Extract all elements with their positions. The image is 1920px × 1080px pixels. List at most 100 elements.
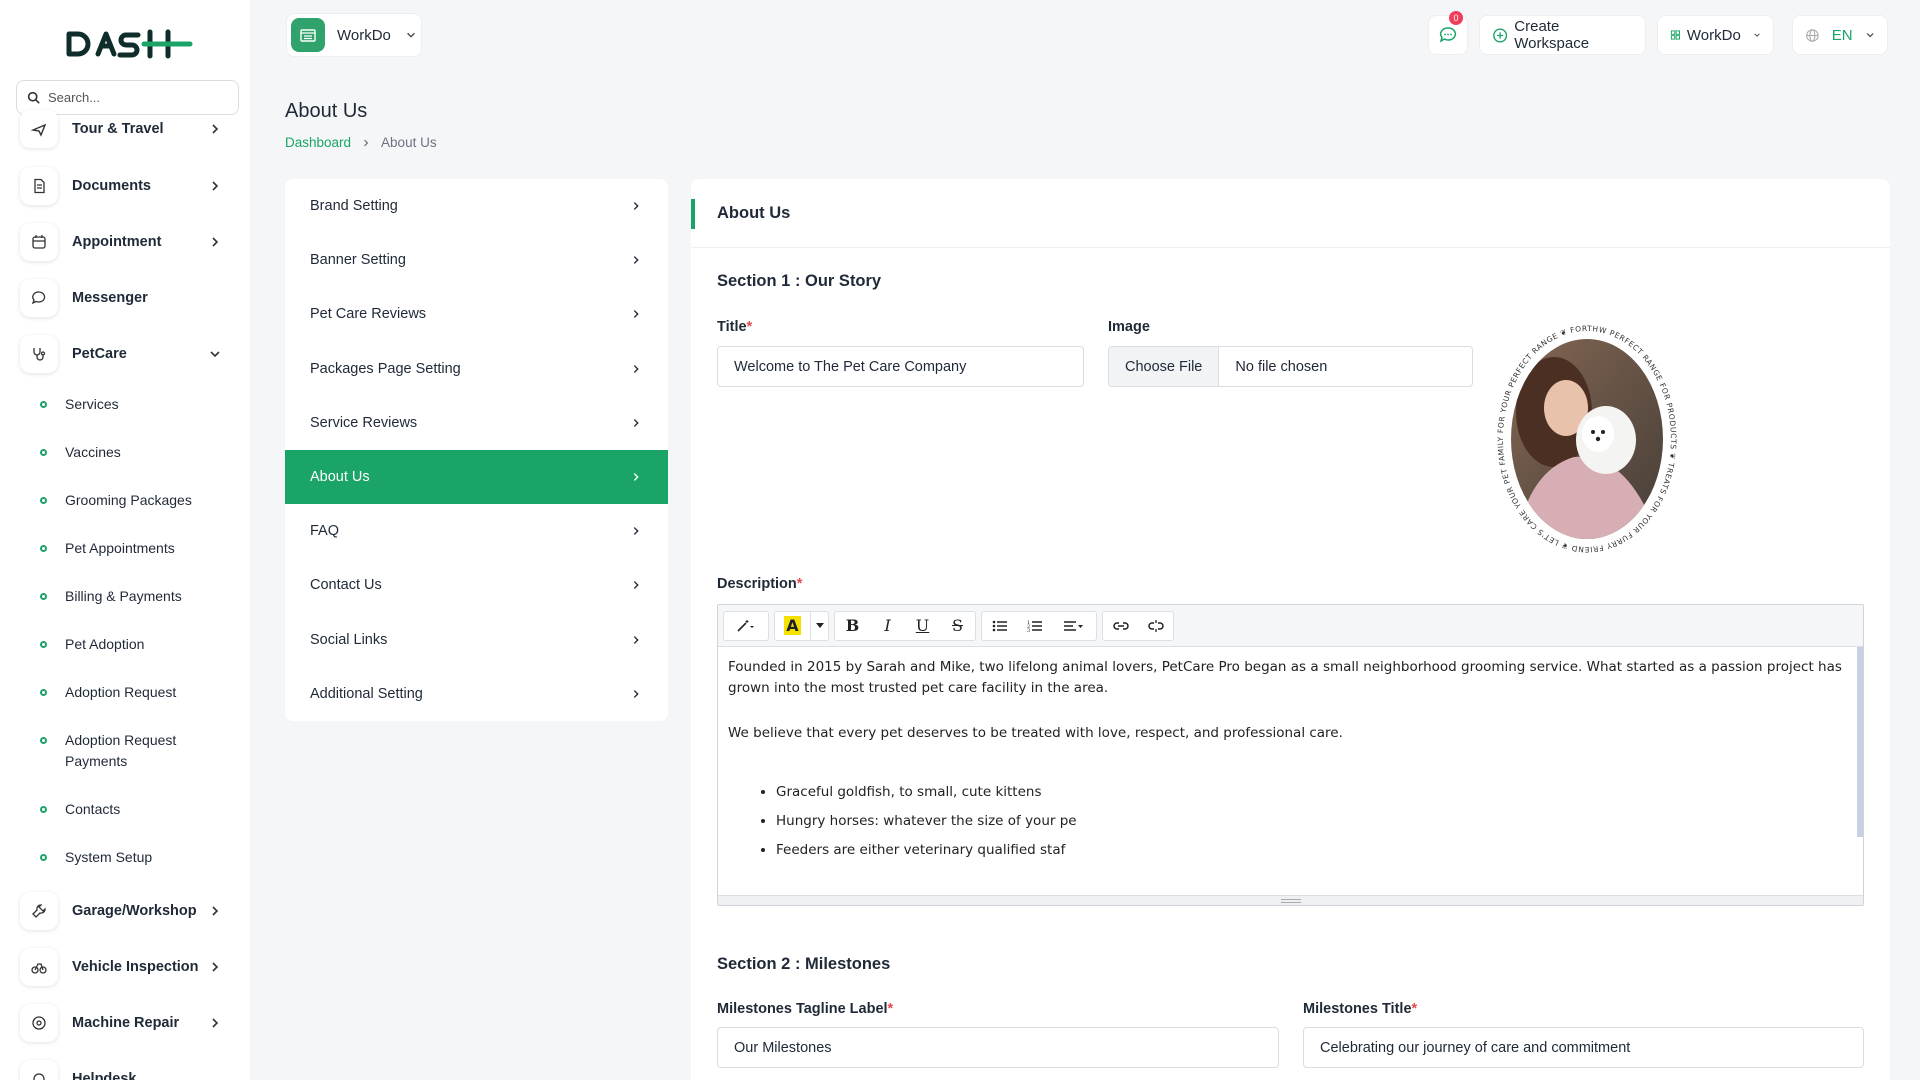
chevron-right-icon [212, 1018, 219, 1028]
about-us-form-card: About Us Section 1 : Our Story Title* Im… [691, 179, 1890, 1080]
stethoscope-icon [20, 335, 58, 373]
breadcrumb-dashboard-link[interactable]: Dashboard [285, 135, 351, 150]
settings-item-packages-page-setting[interactable]: Packages Page Setting [285, 342, 668, 396]
workspace-menu-button[interactable]: WorkDo [1657, 15, 1774, 55]
chevron-right-icon [633, 527, 639, 536]
strikethrough-icon[interactable]: S [940, 612, 975, 640]
toolbar-list-group: 123 [981, 610, 1097, 641]
workspace-switcher[interactable]: WorkDo [286, 13, 422, 57]
globe-icon [1806, 28, 1819, 42]
sidebar-item-helpdesk[interactable]: Helpdesk [20, 1057, 230, 1080]
workspace-name: WorkDo [337, 26, 391, 44]
editor-content[interactable]: Founded in 2015 by Sarah and Mike, two l… [718, 647, 1863, 897]
bullet-icon [40, 593, 47, 600]
section1-title: Section 1 : Our Story [717, 272, 882, 290]
settings-item-about-us[interactable]: About Us [285, 449, 668, 505]
notification-badge: 0 [1449, 11, 1463, 25]
magic-wand-icon[interactable] [724, 612, 768, 640]
sidebar-subitem-pet-adoption[interactable]: Pet Adoption [40, 634, 240, 655]
sidebar-subitem-adoption-request-payments[interactable]: Adoption Request Payments [40, 730, 190, 772]
image-file-input[interactable]: Choose File No file chosen [1108, 346, 1473, 387]
sidebar-item-vehicle-inspection[interactable]: Vehicle Inspection [20, 945, 230, 989]
sidebar-item-garage-workshop[interactable]: Garage/Workshop [20, 889, 230, 933]
editor-toolbar: A B I U S 123 [718, 605, 1863, 647]
list-item: Graceful goldfish, to small, cute kitten… [776, 782, 1853, 803]
chevron-right-icon [364, 139, 369, 146]
sidebar-item-appointment[interactable]: Appointment [20, 220, 230, 264]
sidebar-subitem-adoption-request[interactable]: Adoption Request [40, 682, 240, 703]
sidebar-subitem-vaccines[interactable]: Vaccines [40, 442, 240, 463]
sidebar-subitem-grooming-packages[interactable]: Grooming Packages [40, 490, 240, 511]
link-icon[interactable] [1103, 612, 1138, 640]
caret-down-icon[interactable] [810, 611, 828, 640]
sidebar-item-messenger[interactable]: Messenger [20, 276, 230, 320]
chevron-right-icon [212, 962, 219, 972]
language-selector[interactable]: EN [1792, 15, 1888, 55]
description-editor[interactable]: A B I U S 123 Founded in 2015 by Sarah a… [717, 604, 1864, 906]
chevron-right-icon [633, 310, 639, 319]
section2-title: Section 2 : Milestones [717, 955, 891, 973]
machine-icon [20, 1004, 58, 1042]
chevron-right-icon [633, 256, 639, 265]
bullet-icon [40, 449, 47, 456]
sidebar-subitem-billing-payments[interactable]: Billing & Payments [40, 586, 240, 607]
list-item: Hungry horses: whatever the size of your… [776, 811, 1853, 832]
title-label: Title* [717, 319, 753, 335]
toolbar-style-group [723, 610, 769, 641]
required-marker: * [746, 319, 753, 335]
list-item: Feeders are either veterinary qualified … [776, 840, 1853, 861]
settings-item-pet-care-reviews[interactable]: Pet Care Reviews [285, 287, 668, 341]
settings-item-service-reviews[interactable]: Service Reviews [285, 396, 668, 450]
align-icon[interactable] [1052, 612, 1096, 640]
grid-icon [1670, 30, 1681, 40]
sidebar-item-documents[interactable]: Documents [20, 164, 230, 208]
svg-text:3: 3 [1027, 628, 1030, 633]
milestones-title-label: Milestones Title* [1303, 1001, 1418, 1017]
about-image-preview: THW PERFECT RANGE FOR PRODUCTS ❦ TREATS … [1494, 322, 1677, 554]
description-paragraph-1: Founded in 2015 by Sarah and Mike, two l… [728, 659, 1842, 696]
bullet-icon [40, 545, 47, 552]
settings-item-brand-setting[interactable]: Brand Setting [285, 179, 668, 233]
settings-menu: Brand Setting Banner Setting Pet Care Re… [285, 179, 668, 721]
sidebar-subitem-system-setup[interactable]: System Setup [40, 847, 240, 868]
sidebar-item-petcare[interactable]: PetCare [20, 332, 230, 376]
toolbar-color-group: A [774, 610, 829, 641]
search-input[interactable] [48, 90, 228, 105]
milestones-title-input[interactable] [1303, 1027, 1864, 1068]
headset-icon [20, 1060, 58, 1080]
bullet-icon [40, 689, 47, 696]
settings-item-faq[interactable]: FAQ [285, 504, 668, 558]
unlink-icon[interactable] [1138, 612, 1173, 640]
text-color-icon[interactable]: A [775, 612, 810, 640]
toolbar-format-group: B I U S [834, 610, 976, 641]
required-marker: * [887, 1001, 894, 1017]
calendar-icon [20, 223, 58, 261]
title-input[interactable] [717, 346, 1084, 387]
grip-icon [1280, 898, 1301, 903]
settings-item-social-links[interactable]: Social Links [285, 613, 668, 667]
sidebar-subitem-services[interactable]: Services [40, 394, 240, 415]
editor-resize-handle[interactable] [718, 895, 1863, 905]
settings-item-contact-us[interactable]: Contact Us [285, 558, 668, 612]
bullet-list-icon[interactable] [982, 612, 1017, 640]
sidebar-subitem-pet-appointments[interactable]: Pet Appointments [40, 538, 240, 559]
chevron-down-icon [1754, 33, 1760, 37]
plane-icon [20, 110, 58, 148]
sidebar-item-tour-travel[interactable]: Tour & Travel [20, 107, 230, 151]
messages-button[interactable]: 0 [1428, 11, 1468, 55]
sidebar-item-machine-repair[interactable]: Machine Repair [20, 1001, 230, 1045]
numbered-list-icon[interactable]: 123 [1017, 612, 1052, 640]
choose-file-button[interactable]: Choose File [1109, 347, 1220, 386]
bold-icon[interactable]: B [835, 612, 870, 640]
bullet-icon [40, 641, 47, 648]
dash-logo[interactable] [64, 26, 194, 62]
settings-item-banner-setting[interactable]: Banner Setting [285, 233, 668, 287]
settings-item-additional-setting[interactable]: Additional Setting [285, 667, 668, 721]
create-workspace-button[interactable]: Create Workspace [1479, 15, 1646, 55]
italic-icon[interactable]: I [870, 612, 905, 640]
milestones-tagline-input[interactable] [717, 1027, 1279, 1068]
editor-scrollbar[interactable] [1857, 647, 1863, 837]
underline-icon[interactable]: U [905, 612, 940, 640]
sidebar-subitem-contacts[interactable]: Contacts [40, 799, 240, 820]
toolbar-link-group [1102, 610, 1174, 641]
